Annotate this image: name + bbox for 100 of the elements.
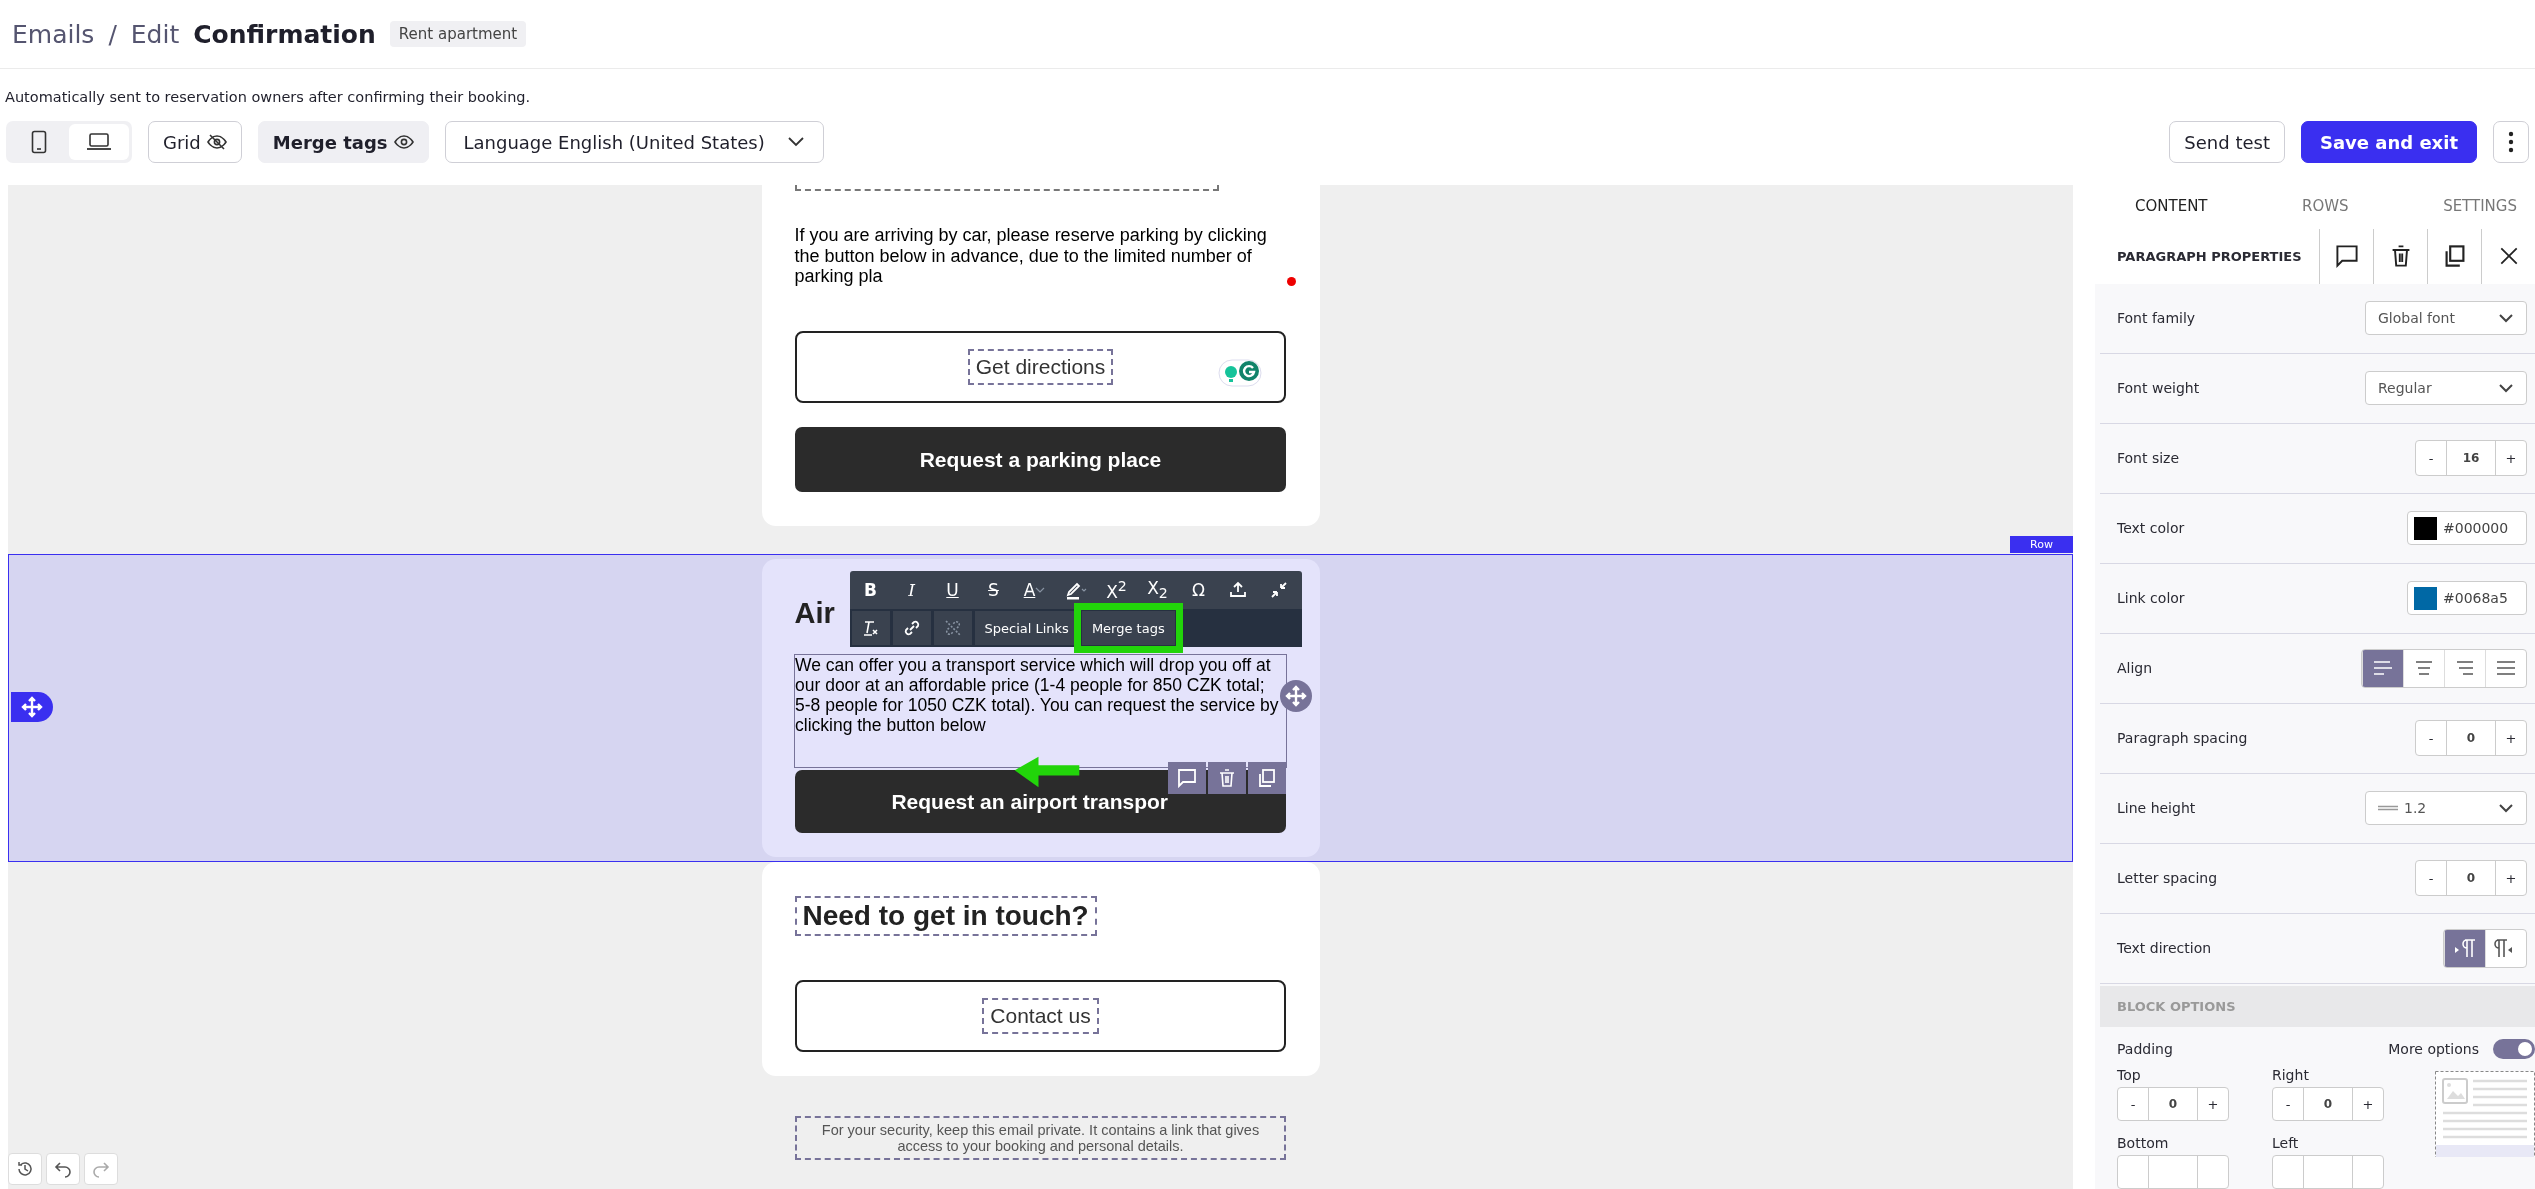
copy-icon: [1256, 768, 1277, 789]
property-label: Link color: [2117, 590, 2185, 607]
language-dropdown[interactable]: Language English (United States): [444, 121, 824, 163]
status-dot: [1286, 277, 1296, 286]
drag-handle[interactable]: [11, 692, 53, 723]
comment-icon: [1176, 768, 1197, 789]
merge-tags-button[interactable]: Merge tags: [257, 121, 429, 163]
chevron-down-icon: [2498, 383, 2514, 394]
number-field[interactable]: 0: [2446, 721, 2496, 756]
parking-paragraph: If you are arriving by car, please reserve parking by clicking the button below in advance, due to the limited number of parking pla: [794, 225, 1268, 288]
dropdown-field[interactable]: Global font: [2365, 301, 2527, 336]
property-label: Text direction: [2117, 940, 2212, 957]
clear-button[interactable]: [851, 611, 890, 646]
drag-handle[interactable]: [1279, 680, 1312, 713]
page-title: Confirmation: [193, 19, 376, 49]
contact-button[interactable]: Contact us: [795, 980, 1286, 1053]
dropdown-field[interactable]: 1.2: [2365, 791, 2527, 826]
caret-icon: [1035, 586, 1046, 595]
align-right-icon: [2454, 661, 2476, 676]
increment-button[interactable]: +: [2496, 441, 2526, 476]
section-title: BLOCK OPTIONS: [2117, 998, 2236, 1014]
save-button[interactable]: Save and exit: [2300, 121, 2477, 163]
writing-assistant-icon: [1218, 359, 1262, 388]
number-field[interactable]: 0: [2148, 1088, 2198, 1120]
number-field[interactable]: 0: [2446, 861, 2496, 896]
dropdown-field[interactable]: Regular: [2365, 371, 2527, 406]
laptop-icon: [86, 132, 112, 152]
decrement-button[interactable]: -: [2416, 861, 2446, 896]
grid-toggle-button[interactable]: Grid: [148, 121, 242, 163]
increment-button[interactable]: +: [2496, 861, 2526, 896]
airport-paragraph: We can offer you a transport service which will drop you off at our door at an affordable price (1-4 people for 850 CZK total; 5-8 people for 1050 CZK total). You can request the service by clicking the button below: [795, 655, 1280, 736]
number-field[interactable]: 0: [2303, 1088, 2353, 1120]
send-test-button[interactable]: Send test: [2169, 121, 2285, 163]
decrement-button[interactable]: -: [2273, 1088, 2303, 1120]
button-label: Get directions: [967, 349, 1114, 386]
link-button[interactable]: [892, 611, 931, 646]
increment-button[interactable]: +: [2353, 1088, 2383, 1120]
increment-button[interactable]: +: [2496, 721, 2526, 756]
page-description: Automatically sent to reservation owners after confirming their booking.: [4, 88, 532, 107]
color-field[interactable]: #000000: [2407, 511, 2527, 546]
parking-button[interactable]: Request a parking place: [795, 427, 1286, 493]
decrement-button[interactable]: -: [2416, 721, 2446, 756]
more-vertical-icon: [2508, 131, 2514, 153]
align-button[interactable]: [2362, 649, 2403, 687]
breadcrumb-item: Emails: [12, 19, 95, 49]
ltr-button[interactable]: [2444, 929, 2485, 967]
desktop-view-button[interactable]: [69, 124, 129, 160]
property-label: Paragraph spacing: [2117, 730, 2248, 747]
duplicate-button[interactable]: [1247, 762, 1286, 795]
breadcrumb-item: /: [108, 19, 117, 49]
color-swatch: [2414, 516, 2437, 540]
security-note: For your security, keep this email private. It contains a link that gives access to your booking and personal details.: [795, 1116, 1286, 1161]
comment-icon: [2334, 244, 2359, 269]
panel-tab[interactable]: CONTENT: [2135, 197, 2208, 215]
panel-title: PARAGRAPH PROPERTIES: [2117, 248, 2302, 264]
decrement-button[interactable]: -: [2416, 441, 2446, 476]
chevron-down-icon: [2498, 803, 2514, 814]
decrement-button[interactable]: -: [2118, 1088, 2148, 1120]
color-value: #0068a5: [2443, 590, 2508, 607]
section-heading: Air: [794, 597, 835, 631]
property-label: Font family: [2117, 310, 2196, 327]
dropdown-value: Global font: [2378, 310, 2455, 327]
field-label: Left: [2272, 1135, 2300, 1151]
directions-button[interactable]: Get directions: [795, 331, 1286, 404]
history-button[interactable]: [8, 1153, 42, 1185]
section-heading: Need to get in touch?: [794, 896, 1097, 937]
property-label: Padding: [2117, 1041, 2173, 1057]
number-field[interactable]: 16: [2446, 441, 2496, 476]
dropdown-value: 1.2: [2404, 800, 2427, 817]
property-label: Font weight: [2117, 380, 2200, 397]
field-label: Bottom: [2117, 1135, 2170, 1151]
category-tag: Rent apartment: [389, 21, 527, 47]
property-label: Line height: [2117, 800, 2196, 817]
panel-tab[interactable]: ROWS: [2302, 197, 2349, 215]
toggle-label: More options: [2388, 1041, 2479, 1057]
panel-tab[interactable]: SETTINGS: [2443, 197, 2517, 215]
phone-icon: [31, 130, 47, 154]
chevron-down-icon: [786, 136, 805, 148]
airport-button[interactable]: Request an airport transpor: [795, 770, 1286, 834]
move-icon: [21, 696, 43, 719]
eye-off-icon: [206, 134, 227, 150]
comment-button[interactable]: [1167, 762, 1206, 795]
align-left-icon: [2372, 661, 2394, 676]
row-label: Row: [2010, 536, 2073, 554]
field-label: Top: [2117, 1067, 2142, 1083]
history-icon: [16, 1160, 34, 1178]
eye-icon: [393, 134, 414, 150]
undo-button[interactable]: [46, 1153, 80, 1185]
more-options-button[interactable]: [2493, 121, 2529, 163]
increment-button[interactable]: +: [2198, 1088, 2228, 1120]
property-label: Align: [2117, 660, 2153, 677]
color-field[interactable]: #0068a5: [2407, 581, 2527, 616]
property-label: Font size: [2117, 450, 2180, 467]
delete-button[interactable]: [1207, 762, 1246, 795]
toggle-switch[interactable]: [2493, 1039, 2535, 1059]
line-height-icon: [2378, 805, 2398, 812]
color-value: #000000: [2443, 520, 2509, 537]
move-icon: [1284, 685, 1307, 708]
chevron-down-icon: [2498, 313, 2514, 324]
dropdown-value: Regular: [2378, 380, 2432, 397]
